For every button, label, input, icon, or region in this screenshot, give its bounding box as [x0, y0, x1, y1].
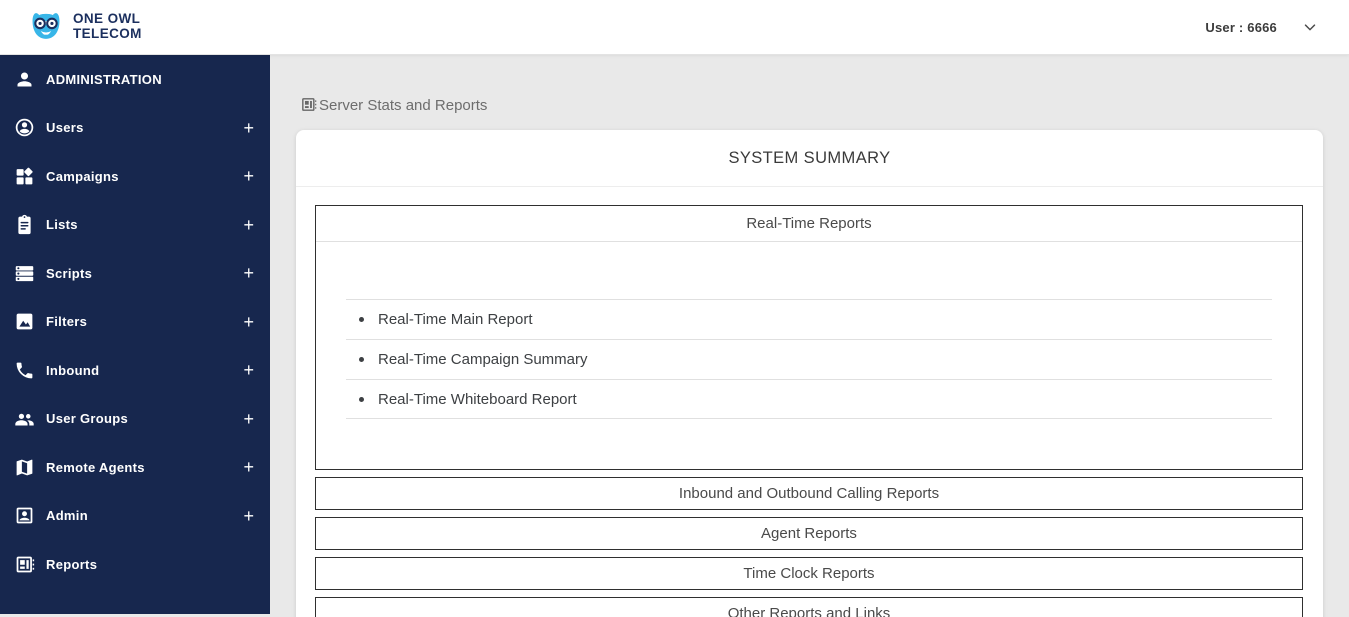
sidebar-item-administration[interactable]: ADMINISTRATION	[0, 55, 270, 104]
sidebar-item-campaigns[interactable]: Campaigns +	[0, 152, 270, 201]
dashboard-icon	[14, 166, 35, 187]
card-title: SYSTEM SUMMARY	[728, 148, 891, 167]
sidebar-item-label: ADMINISTRATION	[46, 71, 162, 87]
section-title: Agent Reports	[761, 525, 857, 542]
app-root: ONE OWL TELECOM User : 6666 ADMINISTRATI…	[0, 0, 1349, 617]
sidebar-item-label: Campaigns	[46, 168, 119, 184]
sidebar-nav: ADMINISTRATION Users + Campaigns + Lists…	[0, 55, 270, 614]
sidebar-item-inbound[interactable]: Inbound +	[0, 346, 270, 395]
sidebar-item-remote-agents[interactable]: Remote Agents +	[0, 443, 270, 492]
expand-plus-icon: +	[243, 214, 254, 235]
breadcrumb: Server Stats and Reports	[300, 94, 1349, 114]
report-link-label: Real-Time Main Report	[378, 311, 533, 328]
group-icon	[14, 408, 35, 429]
sidebar-item-label: Scripts	[46, 265, 93, 281]
sidebar-item-reports[interactable]: Reports	[0, 540, 270, 589]
sidebar-item-user-groups[interactable]: User Groups +	[0, 395, 270, 444]
reports-icon	[14, 554, 35, 575]
sidebar-item-label: Filters	[46, 314, 88, 330]
top-header: ONE OWL TELECOM User : 6666	[0, 0, 1349, 55]
sidebar-item-label: Reports	[46, 556, 98, 572]
page-title: Server Stats and Reports	[319, 97, 488, 114]
section-title: Real-Time Reports	[746, 215, 872, 232]
brand-line2: TELECOM	[73, 26, 142, 41]
user-menu[interactable]: User : 6666	[1205, 18, 1319, 36]
expand-plus-icon: +	[243, 457, 254, 478]
sidebar-item-label: Remote Agents	[46, 459, 145, 475]
reports-icon	[300, 96, 317, 113]
brand-logo[interactable]: ONE OWL TELECOM	[27, 8, 142, 47]
owl-logo-icon	[27, 8, 65, 47]
sidebar-item-label: Inbound	[46, 362, 100, 378]
section-time-clock-reports[interactable]: Time Clock Reports	[315, 557, 1303, 590]
sidebar-item-users[interactable]: Users +	[0, 104, 270, 153]
section-inbound-and-outbound-calling-reports[interactable]: Inbound and Outbound Calling Reports	[315, 477, 1303, 510]
expand-plus-icon: +	[243, 166, 254, 187]
sidebar-item-label: Lists	[46, 217, 78, 233]
section-header-real-time-reports[interactable]: Real-Time Reports	[316, 206, 1302, 242]
sidebar-item-label: Admin	[46, 508, 88, 524]
user-label: User : 6666	[1205, 19, 1277, 35]
panel-spacer	[316, 419, 1302, 469]
sidebar-item-scripts[interactable]: Scripts +	[0, 249, 270, 298]
expand-plus-icon: +	[243, 505, 254, 526]
account-circle-icon	[14, 117, 35, 138]
report-link-label: Real-Time Campaign Summary	[378, 351, 588, 368]
sidebar-item-label: User Groups	[46, 411, 129, 427]
card-header: SYSTEM SUMMARY	[296, 130, 1323, 187]
map-icon	[14, 457, 35, 478]
card-body: Real-Time Reports Real-Time Main Report …	[296, 187, 1323, 617]
sidebar-item-admin[interactable]: Admin +	[0, 492, 270, 541]
expand-plus-icon: +	[243, 360, 254, 381]
expand-plus-icon: +	[243, 408, 254, 429]
brand-line1: ONE OWL	[73, 11, 141, 27]
expand-plus-icon: +	[243, 117, 254, 138]
account-box-icon	[14, 505, 35, 526]
section-title: Other Reports and Links	[727, 605, 891, 617]
expand-plus-icon: +	[243, 263, 254, 284]
section-title: Inbound and Outbound Calling Reports	[678, 485, 940, 502]
clipboard-icon	[14, 214, 35, 235]
collapsed-sections: Inbound and Outbound Calling Reports Age…	[315, 477, 1303, 617]
system-summary-card: SYSTEM SUMMARY Real-Time Reports Real-Ti…	[296, 130, 1323, 617]
image-icon	[14, 311, 35, 332]
sidebar-item-lists[interactable]: Lists +	[0, 201, 270, 250]
brand-name: ONE OWL TELECOM	[73, 12, 142, 41]
report-link-real-time-main-report[interactable]: Real-Time Main Report	[346, 299, 1272, 339]
storage-icon	[14, 263, 35, 284]
section-agent-reports[interactable]: Agent Reports	[315, 517, 1303, 550]
report-link-label: Real-Time Whiteboard Report	[378, 390, 577, 408]
report-link-real-time-whiteboard-report[interactable]: Real-Time Whiteboard Report	[346, 379, 1272, 419]
main-content: Server Stats and Reports SYSTEM SUMMARY …	[270, 55, 1349, 617]
section-title: Time Clock Reports	[743, 565, 875, 582]
report-link-real-time-campaign-summary[interactable]: Real-Time Campaign Summary	[346, 339, 1272, 379]
panel-spacer	[316, 242, 1302, 299]
person-icon	[14, 69, 35, 90]
sidebar-item-label: Users	[46, 120, 84, 136]
report-link-list: Real-Time Main Report Real-Time Campaign…	[346, 299, 1272, 419]
phone-icon	[14, 360, 35, 381]
chevron-down-icon	[1301, 18, 1319, 36]
sidebar-item-filters[interactable]: Filters +	[0, 298, 270, 347]
expand-plus-icon: +	[243, 311, 254, 332]
section-other-reports-and-links[interactable]: Other Reports and Links	[315, 597, 1303, 617]
section-real-time-reports: Real-Time Reports Real-Time Main Report …	[315, 205, 1303, 470]
